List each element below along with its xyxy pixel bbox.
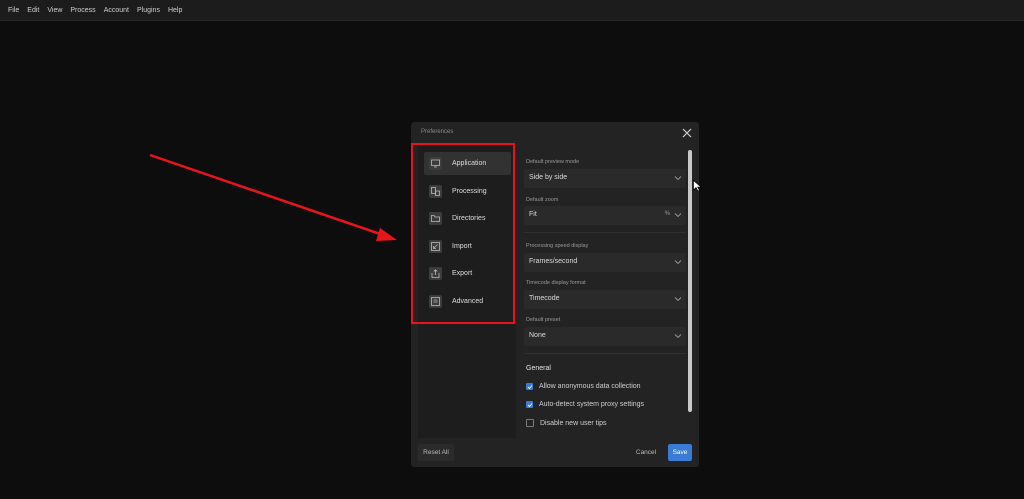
zoom-unit: % bbox=[664, 211, 670, 217]
checkbox-unchecked-icon[interactable] bbox=[526, 419, 534, 427]
timecode-select[interactable]: Timecode bbox=[524, 290, 686, 309]
sidebar-item-label: Directories bbox=[452, 215, 486, 222]
sidebar-item-label: Processing bbox=[452, 188, 487, 195]
speed-display-label: Processing speed display bbox=[526, 243, 589, 249]
sidebar-item-label: Application bbox=[452, 160, 487, 167]
sidebar-item-advanced[interactable]: Advanced bbox=[424, 290, 511, 313]
speed-display-select[interactable]: Frames/second bbox=[524, 253, 686, 272]
general-section-title: General bbox=[526, 365, 551, 372]
checkbox-label: Auto-detect system proxy settings bbox=[539, 401, 645, 408]
chevron-down-icon bbox=[674, 260, 682, 265]
export-icon bbox=[429, 267, 442, 280]
chevron-down-icon bbox=[674, 334, 682, 339]
sidebar-item-export[interactable]: Export bbox=[424, 262, 511, 285]
preferences-dialog: Preferences Application Processing Direc… bbox=[411, 122, 699, 467]
divider bbox=[524, 232, 686, 233]
zoom-label: Default zoom bbox=[526, 197, 559, 203]
sidebar-item-label: Export bbox=[452, 270, 473, 277]
preset-label: Default preset bbox=[526, 317, 561, 323]
sidebar-item-label: Advanced bbox=[452, 298, 484, 305]
advanced-icon bbox=[429, 295, 442, 308]
save-button[interactable]: Save bbox=[668, 444, 692, 461]
sidebar-item-label: Import bbox=[452, 243, 472, 250]
chevron-down-icon bbox=[674, 213, 682, 218]
preview-mode-select[interactable]: Side by side bbox=[524, 169, 686, 188]
timecode-value: Timecode bbox=[529, 295, 560, 302]
divider bbox=[524, 353, 686, 354]
anonymous-data-checkbox[interactable]: Allow anonymous data collection bbox=[526, 383, 641, 390]
settings-panel: Default preview mode Side by side Defaul… bbox=[524, 144, 686, 438]
preview-mode-value: Side by side bbox=[529, 174, 568, 181]
user-tips-checkbox[interactable]: Disable new user tips bbox=[526, 419, 607, 427]
preferences-sidebar: Application Processing Directories Impor… bbox=[418, 144, 516, 438]
monitor-icon bbox=[429, 157, 442, 170]
sidebar-item-application[interactable]: Application bbox=[424, 152, 511, 175]
chevron-down-icon bbox=[674, 176, 682, 181]
dialog-title: Preferences bbox=[421, 129, 454, 135]
folder-icon bbox=[429, 212, 442, 225]
import-icon bbox=[429, 240, 442, 253]
settings-scrollbar[interactable] bbox=[688, 150, 692, 412]
zoom-value: Fit bbox=[529, 211, 537, 218]
sidebar-item-processing[interactable]: Processing bbox=[424, 180, 511, 203]
preset-value: None bbox=[529, 332, 546, 339]
preset-select[interactable]: None bbox=[524, 327, 686, 346]
checkbox-label: Disable new user tips bbox=[540, 419, 607, 427]
mouse-cursor-icon bbox=[693, 180, 702, 192]
preview-mode-label: Default preview mode bbox=[526, 159, 580, 165]
reset-all-button[interactable]: Reset All bbox=[418, 444, 454, 461]
close-icon[interactable] bbox=[681, 127, 693, 139]
chevron-down-icon bbox=[674, 297, 682, 302]
checkbox-checked-icon[interactable] bbox=[526, 401, 533, 408]
processing-icon bbox=[429, 185, 442, 198]
checkbox-checked-icon[interactable] bbox=[526, 383, 533, 390]
zoom-select[interactable]: Fit % bbox=[524, 206, 686, 225]
proxy-settings-checkbox[interactable]: Auto-detect system proxy settings bbox=[526, 401, 644, 408]
speed-display-value: Frames/second bbox=[529, 258, 578, 265]
sidebar-item-directories[interactable]: Directories bbox=[424, 207, 511, 230]
timecode-label: Timecode display format bbox=[526, 280, 586, 286]
sidebar-item-import[interactable]: Import bbox=[424, 235, 511, 258]
checkbox-label: Allow anonymous data collection bbox=[539, 383, 641, 390]
cancel-button[interactable]: Cancel bbox=[632, 444, 660, 461]
